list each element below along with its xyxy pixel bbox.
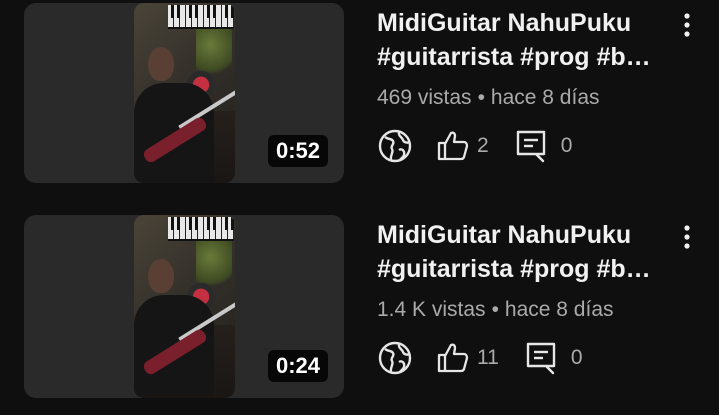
more-options-button[interactable]: [670, 220, 704, 254]
thumbs-up-icon[interactable]: [435, 128, 471, 164]
video-title-line-2: #guitarrista #prog #b…: [377, 43, 651, 71]
video-thumbnail[interactable]: 0:24: [24, 215, 344, 398]
meta-separator: •: [477, 86, 485, 109]
video-title-line-2: #guitarrista #prog #b…: [377, 255, 651, 283]
more-options-button[interactable]: [670, 8, 704, 42]
more-vert-icon: [684, 225, 690, 249]
video-stats: 2 0: [377, 128, 677, 164]
comment-count: 0: [560, 134, 573, 157]
comment-icon[interactable]: [513, 128, 549, 164]
video-meta: 1.4 K vistas • hace 8 días: [377, 298, 677, 322]
video-title[interactable]: MidiGuitar NahuPuku #guitarrista #prog #…: [377, 218, 677, 286]
video-title-line-1: MidiGuitar NahuPuku: [377, 221, 632, 249]
view-count: 469 vistas: [377, 86, 472, 109]
piano-keys-overlay: [168, 5, 234, 29]
comment-count: 0: [570, 346, 583, 369]
like-count: 11: [477, 346, 499, 369]
like-count: 2: [477, 134, 489, 157]
view-count: 1.4 K vistas: [377, 298, 486, 321]
upload-age: hace 8 días: [490, 86, 600, 109]
video-details: MidiGuitar NahuPuku #guitarrista #prog #…: [377, 6, 677, 164]
piano-keys-overlay: [168, 217, 234, 241]
video-title-line-1: MidiGuitar NahuPuku: [377, 9, 632, 37]
globe-icon: [377, 340, 413, 376]
globe-icon: [377, 128, 413, 164]
video-details: MidiGuitar NahuPuku #guitarrista #prog #…: [377, 218, 677, 376]
video-thumbnail[interactable]: 0:52: [24, 3, 344, 183]
thumbnail-image: [134, 215, 235, 398]
video-meta: 469 vistas • hace 8 días: [377, 86, 677, 110]
more-vert-icon: [684, 13, 690, 37]
duration-badge: 0:24: [267, 350, 328, 382]
upload-age: hace 8 días: [504, 298, 614, 321]
video-title[interactable]: MidiGuitar NahuPuku #guitarrista #prog #…: [377, 6, 677, 74]
video-stats: 11 0: [377, 340, 677, 376]
video-list: 0:52 MidiGuitar NahuPuku #guitarrista #p…: [0, 0, 719, 415]
thumbnail-image: [134, 3, 235, 183]
comment-icon[interactable]: [523, 340, 559, 376]
video-item[interactable]: 0:24 MidiGuitar NahuPuku #guitarrista #p…: [0, 212, 719, 402]
thumbs-up-icon[interactable]: [435, 340, 471, 376]
video-item[interactable]: 0:52 MidiGuitar NahuPuku #guitarrista #p…: [0, 0, 719, 190]
duration-badge: 0:52: [267, 135, 328, 167]
meta-separator: •: [491, 298, 499, 321]
